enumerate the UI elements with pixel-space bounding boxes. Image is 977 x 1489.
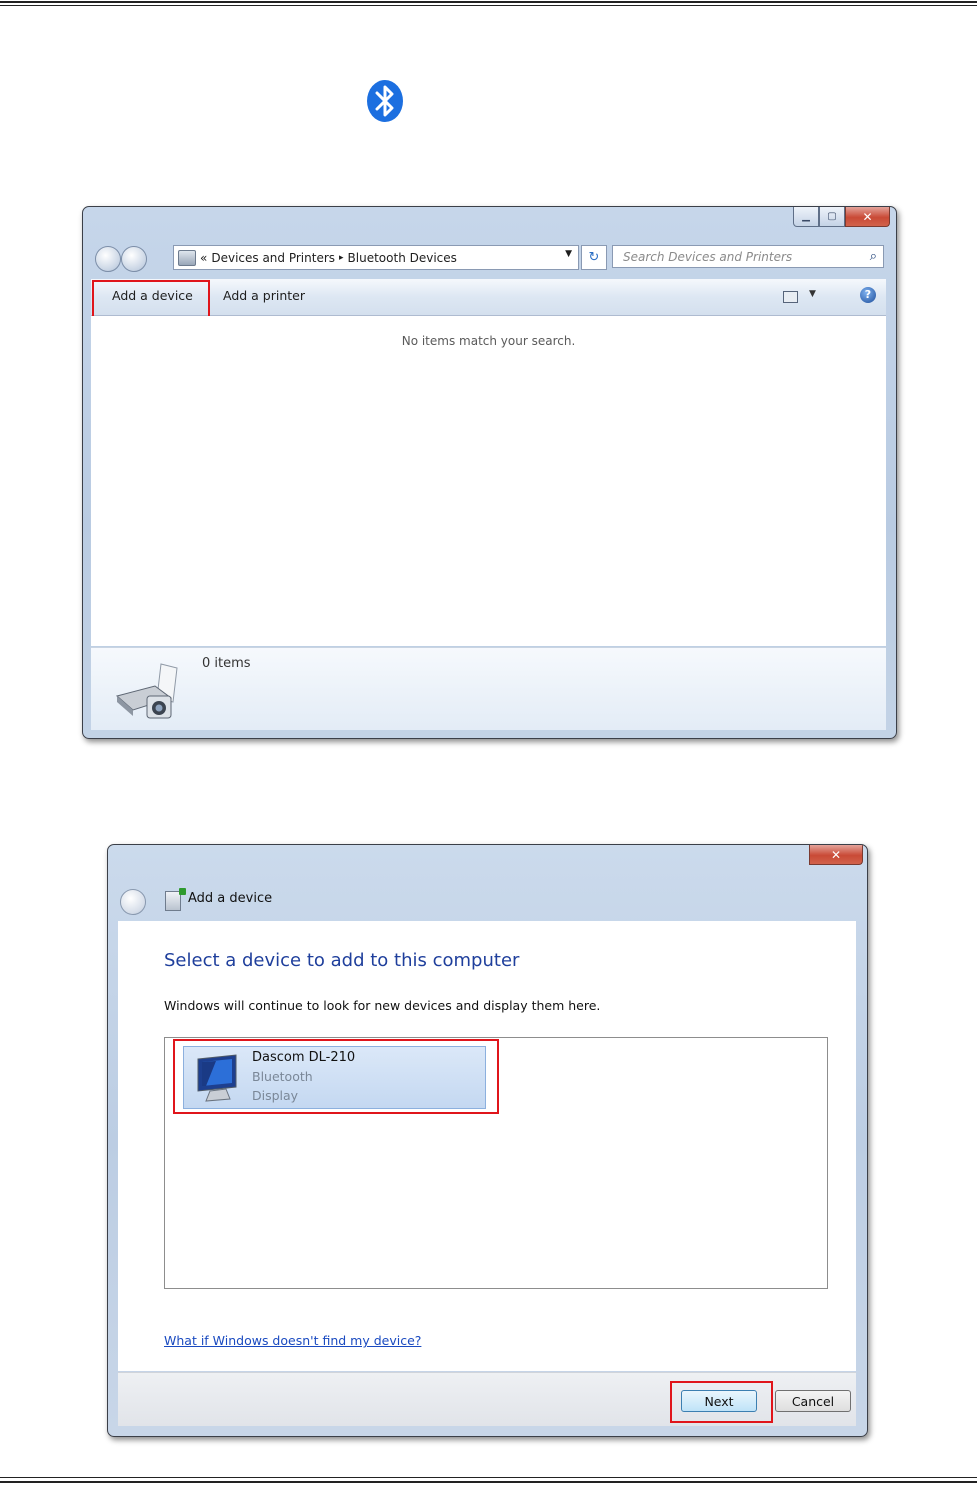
bottom-rule-thin: [0, 1477, 977, 1478]
empty-message: No items match your search.: [401, 334, 576, 348]
devices-icon: [115, 663, 178, 719]
command-bar: Add a device Add a printer ▼ ?: [91, 279, 886, 318]
breadcrumb-bluetooth-devices[interactable]: Bluetooth Devices: [348, 251, 457, 265]
device-list: Dascom DL-210 Bluetooth Display: [164, 1037, 828, 1289]
items-area: No items match your search.: [91, 316, 886, 646]
item-count: 0 items: [202, 656, 251, 671]
bluetooth-icon: [367, 80, 403, 122]
help-icon[interactable]: ?: [860, 287, 876, 303]
add-printer-button[interactable]: Add a printer: [223, 288, 305, 303]
details-pane: 0 items: [91, 647, 886, 730]
devices-and-printers-window: ▁ ▢ ✕ « Devices and Printers ▸ Bluetooth…: [82, 206, 897, 739]
refresh-button[interactable]: ↻: [581, 245, 607, 270]
add-device-wizard: ✕ Add a device Select a device to add to…: [107, 844, 868, 1437]
breadcrumb-devices-and-printers[interactable]: Devices and Printers: [211, 251, 335, 265]
chevron-down-icon[interactable]: ▼: [565, 249, 572, 259]
top-rule: [0, 1, 977, 3]
top-rule-thin: [0, 5, 977, 6]
search-icon[interactable]: ⌕: [870, 249, 877, 264]
view-dropdown-icon[interactable]: ▼: [809, 289, 816, 299]
maximize-button[interactable]: ▢: [819, 207, 845, 227]
add-device-icon: [165, 888, 186, 911]
search-input[interactable]: Search Devices and Printers ⌕: [612, 245, 884, 268]
wizard-title: Add a device: [188, 891, 273, 906]
close-button[interactable]: ✕: [809, 845, 863, 865]
highlight-next: [670, 1381, 773, 1423]
highlight-add-device: [92, 280, 210, 318]
wizard-description: Windows will continue to look for new de…: [164, 998, 601, 1013]
wizard-footer: Next Cancel: [118, 1372, 856, 1426]
help-link[interactable]: What if Windows doesn't find my device?: [164, 1333, 421, 1348]
view-icon[interactable]: [783, 291, 798, 303]
cancel-button[interactable]: Cancel: [775, 1390, 851, 1412]
back-button[interactable]: [95, 246, 121, 272]
back-button[interactable]: [120, 889, 146, 915]
wizard-heading: Select a device to add to this computer: [164, 950, 520, 971]
minimize-button[interactable]: ▁: [793, 207, 819, 227]
wizard-body: Select a device to add to this computer …: [118, 921, 856, 1371]
caption-buttons: ▁ ▢ ✕: [793, 207, 890, 227]
breadcrumb-chevron: «: [200, 250, 208, 265]
bottom-rule: [0, 1481, 977, 1483]
breadcrumb-separator[interactable]: ▸: [339, 253, 344, 263]
printer-icon: [178, 249, 196, 266]
highlight-device: [173, 1039, 499, 1114]
forward-button[interactable]: [121, 246, 147, 272]
address-bar[interactable]: « Devices and Printers ▸ Bluetooth Devic…: [173, 245, 579, 270]
search-placeholder: Search Devices and Printers: [623, 249, 793, 264]
close-button[interactable]: ✕: [845, 207, 890, 227]
